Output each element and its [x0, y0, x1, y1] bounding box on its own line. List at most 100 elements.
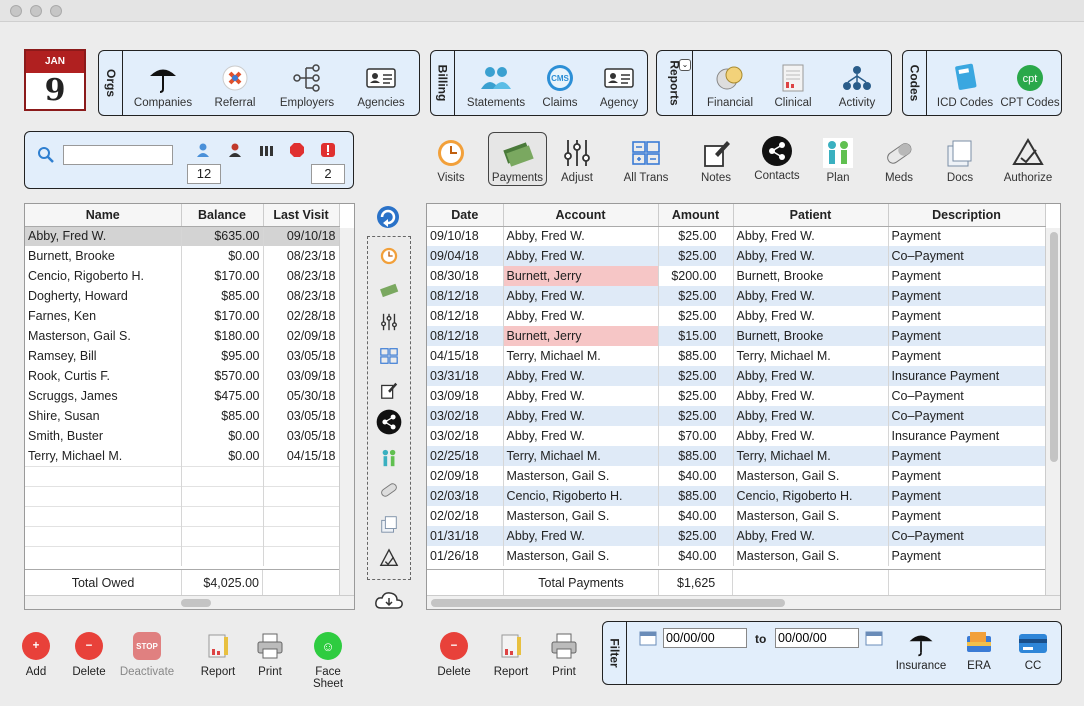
- minimize-window-button[interactable]: [30, 5, 42, 17]
- notes-button[interactable]: Notes: [694, 136, 738, 184]
- close-window-button[interactable]: [10, 5, 22, 17]
- patient-row[interactable]: Burnett, Brooke $0.00 08/23/18: [25, 246, 340, 266]
- patient-hscroll-thumb[interactable]: [181, 599, 211, 607]
- balance-column-header[interactable]: Balance: [181, 204, 264, 227]
- referral-button[interactable]: Referral: [205, 61, 265, 109]
- patient-row[interactable]: Smith, Buster $0.00 03/05/18: [25, 426, 340, 446]
- calendar-to-icon[interactable]: [865, 630, 883, 646]
- delete-patient-button[interactable]: − Delete: [68, 632, 110, 678]
- face-sheet-button[interactable]: ☺ Face Sheet: [300, 632, 356, 690]
- era-filter-button[interactable]: ERA: [959, 628, 999, 672]
- filter-from-date[interactable]: [663, 628, 747, 648]
- patient-row[interactable]: Ramsey, Bill $95.00 03/05/18: [25, 346, 340, 366]
- calendar-from-icon[interactable]: [639, 630, 657, 646]
- patient-hscrollbar[interactable]: [25, 595, 354, 609]
- payment-row[interactable]: 08/30/18 Burnett, Jerry $200.00 Burnett, Br…: [427, 266, 1046, 286]
- payment-row[interactable]: 01/31/18 Abby, Fred W. $25.00 Abby, Fred W.…: [427, 526, 1046, 546]
- side-sliders-icon[interactable]: [374, 309, 404, 335]
- payment-row[interactable]: 03/02/18 Abby, Fred W. $25.00 Abby, Fred W.…: [427, 406, 1046, 426]
- calendar-icon[interactable]: JAN 9: [24, 49, 86, 111]
- patient-row[interactable]: Scruggs, James $475.00 05/30/18: [25, 386, 340, 406]
- stop-icon[interactable]: [289, 142, 305, 158]
- amount-column-header[interactable]: Amount: [658, 204, 734, 227]
- payment-row[interactable]: 09/04/18 Abby, Fred W. $25.00 Abby, Fred W.…: [427, 246, 1046, 266]
- meds-button[interactable]: Meds: [876, 136, 922, 184]
- side-clock-icon[interactable]: [374, 243, 404, 269]
- plan-button[interactable]: Plan: [816, 136, 860, 184]
- patient-icon[interactable]: [195, 142, 211, 158]
- payment-row[interactable]: 03/09/18 Abby, Fred W. $25.00 Abby, Fred W.…: [427, 386, 1046, 406]
- side-money-icon[interactable]: [374, 277, 404, 303]
- payment-row[interactable]: 08/12/18 Burnett, Jerry $15.00 Burnett, Bro…: [427, 326, 1046, 346]
- side-authorize-icon[interactable]: [374, 545, 404, 571]
- zoom-window-button[interactable]: [50, 5, 62, 17]
- print-patient-button[interactable]: Print: [250, 632, 290, 678]
- payment-row[interactable]: 02/25/18 Terry, Michael M. $85.00 Terry, Mi…: [427, 446, 1046, 466]
- side-notepad-icon[interactable]: [374, 377, 404, 403]
- chevron-down-icon[interactable]: ⌄: [679, 59, 691, 71]
- clinical-button[interactable]: Clinical: [767, 61, 819, 109]
- payment-row[interactable]: 01/26/18 Masterson, Gail S. $40.00 Masterso…: [427, 546, 1046, 566]
- claims-button[interactable]: CMS Claims: [537, 61, 583, 109]
- print-payment-button[interactable]: Print: [544, 632, 584, 678]
- payments-button[interactable]: Payments: [488, 136, 547, 184]
- agency-button[interactable]: Agency: [591, 61, 647, 109]
- visits-button[interactable]: Visits: [428, 136, 474, 184]
- deactivate-button[interactable]: STOP Deactivate: [118, 632, 176, 678]
- patient-row[interactable]: Terry, Michael M. $0.00 04/15/18: [25, 446, 340, 466]
- date-column-header[interactable]: Date: [427, 204, 504, 227]
- payment-row[interactable]: 03/02/18 Abby, Fred W. $70.00 Abby, Fred W.…: [427, 426, 1046, 446]
- refresh-icon[interactable]: [373, 202, 405, 232]
- payment-row[interactable]: 09/10/18 Abby, Fred W. $25.00 Abby, Fred W.…: [427, 226, 1046, 246]
- payment-row[interactable]: 08/12/18 Abby, Fred W. $25.00 Abby, Fred W.…: [427, 306, 1046, 326]
- description-column-header[interactable]: Description: [888, 204, 1046, 227]
- employers-button[interactable]: Employers: [277, 61, 337, 109]
- cc-filter-button[interactable]: CC: [1013, 628, 1053, 672]
- patient-row[interactable]: Dogherty, Howard $85.00 08/23/18: [25, 286, 340, 306]
- patient-row[interactable]: Farnes, Ken $170.00 02/28/18: [25, 306, 340, 326]
- report-payment-button[interactable]: Report: [490, 632, 532, 678]
- side-pill-icon[interactable]: [374, 477, 404, 503]
- side-share-icon[interactable]: [374, 409, 404, 435]
- contacts-button[interactable]: Contacts: [750, 134, 804, 182]
- account-column-header[interactable]: Account: [503, 204, 659, 227]
- cloud-download-icon[interactable]: [373, 588, 405, 612]
- payment-row[interactable]: 02/03/18 Cencio, Rigoberto H. $85.00 Cencio…: [427, 486, 1046, 506]
- family-icon[interactable]: [258, 142, 274, 158]
- cpt-codes-button[interactable]: cpt CPT Codes: [999, 61, 1061, 109]
- icd-codes-button[interactable]: ICD Codes: [935, 61, 995, 109]
- patient-row[interactable]: Cencio, Rigoberto H. $170.00 08/23/18: [25, 266, 340, 286]
- insurance-filter-button[interactable]: Insurance: [893, 628, 949, 672]
- name-column-header[interactable]: Name: [25, 204, 182, 227]
- payments-scroll-thumb[interactable]: [1050, 232, 1058, 462]
- side-documents-icon[interactable]: [374, 511, 404, 537]
- alert-icon[interactable]: [320, 142, 336, 158]
- financial-button[interactable]: Financial: [701, 61, 759, 109]
- add-button[interactable]: + Add: [16, 632, 56, 678]
- doctor-icon[interactable]: [227, 142, 243, 158]
- patient-row[interactable]: Masterson, Gail S. $180.00 02/09/18: [25, 326, 340, 346]
- payment-row[interactable]: 02/02/18 Masterson, Gail S. $40.00 Masterso…: [427, 506, 1046, 526]
- payment-row[interactable]: 08/12/18 Abby, Fred W. $25.00 Abby, Fred W.…: [427, 286, 1046, 306]
- last-visit-column-header[interactable]: Last Visit: [263, 204, 340, 227]
- side-calculator-icon[interactable]: [374, 343, 404, 369]
- payment-row[interactable]: 03/31/18 Abby, Fred W. $25.00 Abby, Fred W.…: [427, 366, 1046, 386]
- companies-button[interactable]: Companies: [133, 61, 193, 109]
- payments-hscrollbar[interactable]: [427, 595, 1060, 609]
- docs-button[interactable]: Docs: [938, 136, 982, 184]
- patient-row[interactable]: Rook, Curtis F. $570.00 03/09/18: [25, 366, 340, 386]
- payment-row[interactable]: 02/09/18 Masterson, Gail S. $40.00 Masterso…: [427, 466, 1046, 486]
- patient-row[interactable]: Shire, Susan $85.00 03/05/18: [25, 406, 340, 426]
- report-patient-button[interactable]: Report: [196, 632, 240, 678]
- authorize-button[interactable]: Authorize: [998, 136, 1058, 184]
- delete-payment-button[interactable]: − Delete: [434, 632, 474, 678]
- activity-button[interactable]: Activity: [829, 61, 885, 109]
- search-input[interactable]: [63, 145, 173, 165]
- patient-scrollbar[interactable]: [339, 228, 354, 596]
- patient-row[interactable]: Abby, Fred W. $635.00 09/10/18: [25, 226, 340, 246]
- payment-row[interactable]: 04/15/18 Terry, Michael M. $85.00 Terry, Mi…: [427, 346, 1046, 366]
- payments-scrollbar[interactable]: [1045, 228, 1060, 596]
- payments-hscroll-thumb[interactable]: [431, 599, 785, 607]
- agencies-button[interactable]: Agencies: [351, 61, 411, 109]
- patient-column-header[interactable]: Patient: [733, 204, 889, 227]
